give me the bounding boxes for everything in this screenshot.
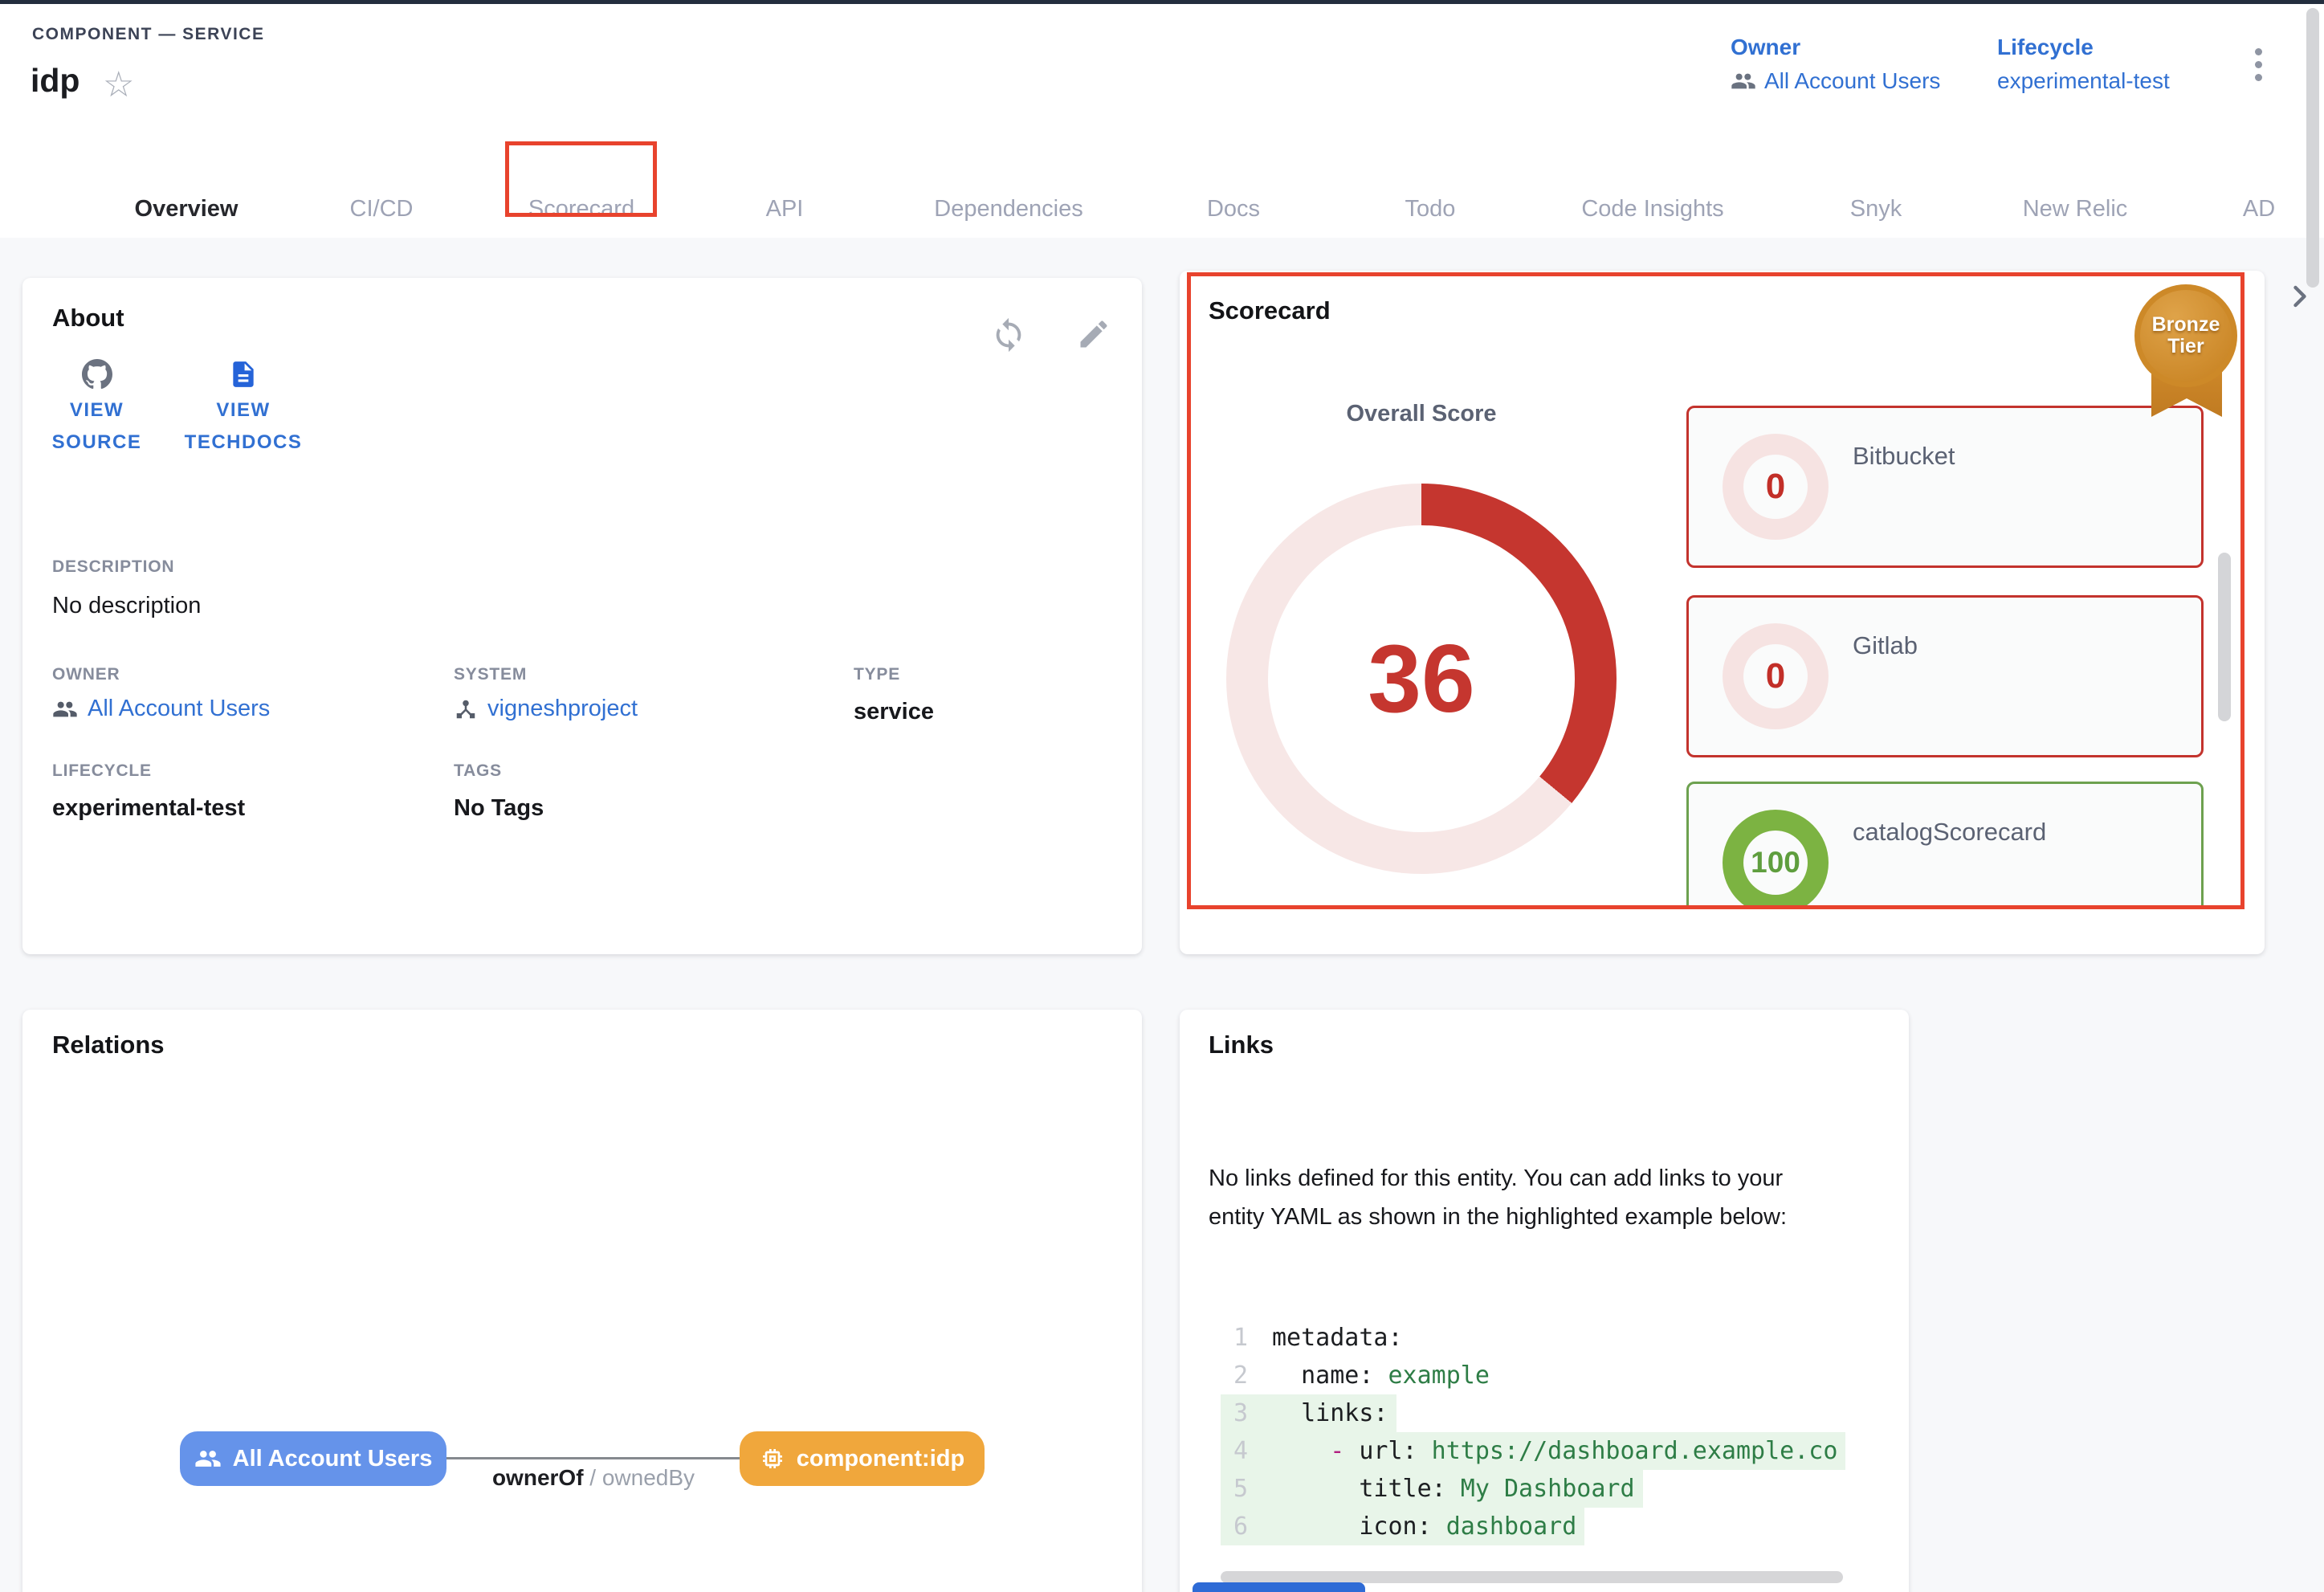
scorecard-title: Scorecard — [1209, 296, 1331, 325]
tab-ad[interactable]: AD — [2243, 196, 2275, 222]
tab-api[interactable]: API — [766, 196, 804, 222]
owner-field-link[interactable]: All Account Users — [52, 696, 270, 722]
page-scrollbar[interactable] — [2306, 8, 2319, 288]
scorecard-item-catalogscorecard[interactable]: 100 catalogScorecard — [1686, 782, 2204, 909]
about-title: About — [52, 304, 124, 333]
more-options-kebab-icon[interactable] — [2242, 47, 2274, 88]
header-lifecycle-block: Lifecycle experimental-test — [1997, 35, 2170, 94]
scorecard-list-scrollbar[interactable] — [2218, 553, 2231, 721]
tab-overview[interactable]: Overview — [135, 196, 239, 222]
scorecard-item-name: Bitbucket — [1853, 442, 1955, 471]
code-line-3: 3 links: — [1221, 1394, 1845, 1432]
favorite-star-icon[interactable]: ☆ — [98, 63, 139, 106]
score-ring: 100 — [1723, 810, 1829, 909]
refresh-icon[interactable] — [990, 316, 1027, 353]
yaml-code-example: 1metadata:2 name: example3 links:4 - url… — [1221, 1319, 1845, 1545]
tab-scorecard[interactable]: Scorecard — [528, 196, 634, 222]
system-field-label: SYSTEM — [454, 665, 527, 684]
relation-node-user-label: All Account Users — [233, 1446, 433, 1472]
relation-node-component-idp[interactable]: component:idp — [740, 1431, 985, 1486]
overall-score-gauge: 36 — [1226, 484, 1617, 874]
system-field-link[interactable]: vigneshproject — [454, 696, 638, 722]
scorecard-item-name: Gitlab — [1853, 631, 1918, 660]
scorecard-card: Scorecard Bronze Tier Overall Score 36 0… — [1180, 271, 2265, 954]
relations-title: Relations — [52, 1031, 165, 1059]
tab-new-relic[interactable]: New Relic — [2023, 196, 2128, 222]
code-line-4: 4 - url: https://dashboard.example.co — [1221, 1432, 1845, 1470]
edit-pencil-icon[interactable] — [1076, 316, 1111, 352]
bronze-tier-badge-text: Bronze Tier — [2152, 314, 2220, 358]
header-owner-block: Owner All Account Users — [1731, 35, 1940, 94]
owner-value: All Account Users — [1764, 68, 1940, 94]
type-field-label: TYPE — [854, 665, 900, 684]
lifecycle-value: experimental-test — [1997, 68, 2170, 94]
entity-header: COMPONENT — SERVICE idp ☆ Owner All Acco… — [0, 4, 2324, 119]
lifecycle-field-value: experimental-test — [52, 795, 245, 822]
bronze-tier-badge: Bronze Tier — [2134, 284, 2237, 387]
scorecard-item-name: catalogScorecard — [1853, 818, 2046, 847]
description-label: DESCRIPTION — [52, 557, 174, 577]
tags-field-label: TAGS — [454, 761, 502, 781]
tab-ci-cd[interactable]: CI/CD — [350, 196, 414, 222]
chip-icon — [760, 1446, 785, 1472]
document-icon — [228, 359, 259, 390]
tab-todo[interactable]: Todo — [1405, 196, 1456, 222]
code-horizontal-scrollbar[interactable] — [1221, 1571, 1843, 1583]
links-empty-text: No links defined for this entity. You ca… — [1209, 1159, 1827, 1236]
entity-tabs: Overview CI/CD Scorecard API Dependencies Doc… — [0, 117, 2324, 238]
github-icon — [82, 359, 112, 390]
links-card: Links No links defined for this entity. … — [1180, 1010, 1909, 1592]
group-icon — [1731, 68, 1756, 94]
links-action-button[interactable] — [1193, 1582, 1365, 1592]
links-title: Links — [1209, 1031, 1274, 1059]
scorecard-item-score: 100 — [1751, 846, 1800, 880]
view-source-link[interactable]: VIEW SOURCE — [47, 358, 147, 459]
type-field-value: service — [854, 699, 934, 725]
group-icon — [52, 696, 78, 722]
owner-field-value: All Account Users — [88, 696, 270, 722]
overall-score-value: 36 — [1368, 623, 1474, 734]
relation-node-component-label: component:idp — [797, 1446, 964, 1472]
tab-docs[interactable]: Docs — [1207, 196, 1260, 222]
tab-dependencies[interactable]: Dependencies — [934, 196, 1082, 222]
owner-link[interactable]: All Account Users — [1731, 68, 1940, 94]
relations-card: Relations All Account Users component:id… — [22, 1010, 1142, 1592]
scorecard-item-score: 0 — [1766, 467, 1785, 507]
relation-node-all-account-users[interactable]: All Account Users — [180, 1431, 446, 1486]
component-page: COMPONENT — SERVICE idp ☆ Owner All Acco… — [0, 0, 2324, 1592]
lifecycle-field-label: LIFECYCLE — [52, 761, 152, 781]
lifecycle-label: Lifecycle — [1997, 35, 2170, 60]
relation-edge-line — [440, 1457, 745, 1459]
system-field-value: vigneshproject — [487, 696, 638, 722]
view-source-label: VIEW SOURCE — [52, 394, 142, 459]
system-hub-icon — [454, 697, 478, 721]
group-icon — [194, 1445, 222, 1472]
code-line-6: 6 icon: dashboard — [1221, 1508, 1845, 1545]
breadcrumb: COMPONENT — SERVICE — [32, 25, 264, 44]
view-techdocs-label: VIEW TECHDOCS — [185, 394, 303, 459]
tab-snyk[interactable]: Snyk — [1850, 196, 1902, 222]
owner-field-label: OWNER — [52, 665, 120, 684]
code-line-5: 5 title: My Dashboard — [1221, 1470, 1845, 1508]
scorecard-item-bitbucket[interactable]: 0 Bitbucket — [1686, 406, 2204, 568]
owner-label: Owner — [1731, 35, 1940, 60]
tab-code-insights[interactable]: Code Insights — [1581, 196, 1723, 222]
code-line-2: 2 name: example — [1221, 1357, 1845, 1394]
score-ring: 0 — [1723, 434, 1829, 540]
relation-edge-label: ownerOf / ownedBy — [433, 1465, 754, 1491]
about-card: About VIEW SOURCE VIEW TECHDOCS DESCRIPT… — [22, 278, 1142, 954]
scorecard-item-score: 0 — [1766, 656, 1785, 696]
scorecard-item-gitlab[interactable]: 0 Gitlab — [1686, 595, 2204, 757]
view-techdocs-link[interactable]: VIEW TECHDOCS — [163, 358, 324, 459]
page-title: idp — [31, 62, 80, 100]
tags-field-value: No Tags — [454, 795, 544, 822]
scorecard-item-list: 0 Bitbucket 0 Gitlab 100 catalogScorecard — [1686, 406, 2207, 909]
code-line-1: 1metadata: — [1221, 1319, 1845, 1357]
overall-score-label: Overall Score — [1261, 401, 1582, 427]
description-value: No description — [52, 593, 201, 619]
score-ring: 0 — [1723, 623, 1829, 729]
